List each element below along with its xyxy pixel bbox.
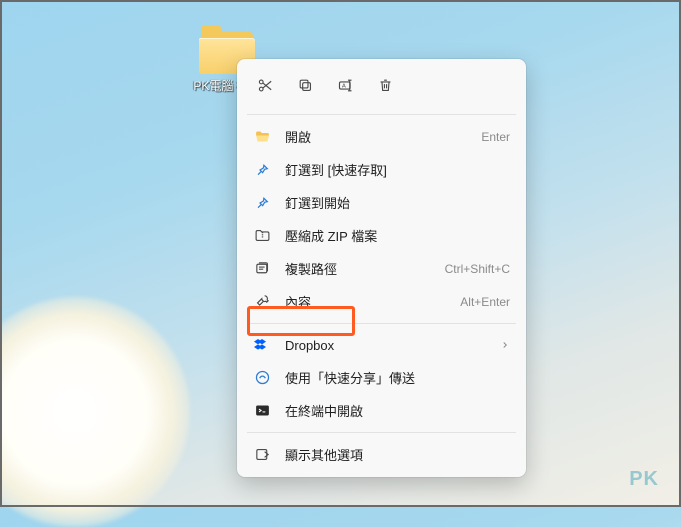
folder-open-icon [253,128,271,146]
separator [247,114,516,115]
chevron-right-icon [500,340,510,350]
rename-icon: A [337,77,354,94]
quick-share-icon [253,369,271,387]
pin-icon [253,161,271,179]
separator [247,432,516,433]
menu-pin-start[interactable]: 釘選到開始 [237,186,526,219]
menu-terminal-label: 在終端中開啟 [285,401,510,420]
menu-compress-label: 壓縮成 ZIP 檔案 [285,226,510,245]
menu-show-more[interactable]: 顯示其他選項 [237,438,526,471]
show-more-icon [253,446,271,464]
menu-quick-share-label: 使用「快速分享」傳送 [285,368,510,387]
menu-properties-shortcut: Alt+Enter [460,295,510,309]
copy-button[interactable] [287,69,323,101]
menu-copy-path-shortcut: Ctrl+Shift+C [445,262,510,276]
menu-open-terminal[interactable]: 在終端中開啟 [237,394,526,427]
cut-button[interactable] [247,69,283,101]
menu-open-shortcut: Enter [481,130,510,144]
sun-glow [0,297,190,527]
copy-icon [297,77,314,94]
context-toolbar: A [237,65,526,109]
menu-pin-start-label: 釘選到開始 [285,193,510,212]
menu-copy-path[interactable]: 複製路徑 Ctrl+Shift+C [237,252,526,285]
svg-text:A: A [341,83,345,89]
terminal-icon [253,402,271,420]
delete-button[interactable] [367,69,403,101]
menu-open[interactable]: 開啟 Enter [237,120,526,153]
zip-icon [253,227,271,245]
menu-dropbox-label: Dropbox [285,338,482,353]
rename-button[interactable]: A [327,69,363,101]
menu-copy-path-label: 複製路徑 [285,259,431,278]
separator [247,323,516,324]
pin-icon [253,194,271,212]
menu-pin-quick-label: 釘選到 [快速存取] [285,160,510,179]
context-menu: A 開啟 Enter [237,59,526,477]
wrench-icon [253,293,271,311]
menu-properties[interactable]: 內容 Alt+Enter [237,285,526,318]
menu-show-more-label: 顯示其他選項 [285,445,510,464]
menu-dropbox[interactable]: Dropbox [237,329,526,361]
menu-compress-zip[interactable]: 壓縮成 ZIP 檔案 [237,219,526,252]
trash-icon [377,77,394,94]
menu-open-label: 開啟 [285,127,467,146]
menu-properties-label: 內容 [285,292,446,311]
copy-path-icon [253,260,271,278]
dropbox-icon [253,336,271,354]
menu-pin-quick-access[interactable]: 釘選到 [快速存取] [237,153,526,186]
menu-quick-share[interactable]: 使用「快速分享」傳送 [237,361,526,394]
scissors-icon [257,77,274,94]
watermark: PK [629,468,659,491]
